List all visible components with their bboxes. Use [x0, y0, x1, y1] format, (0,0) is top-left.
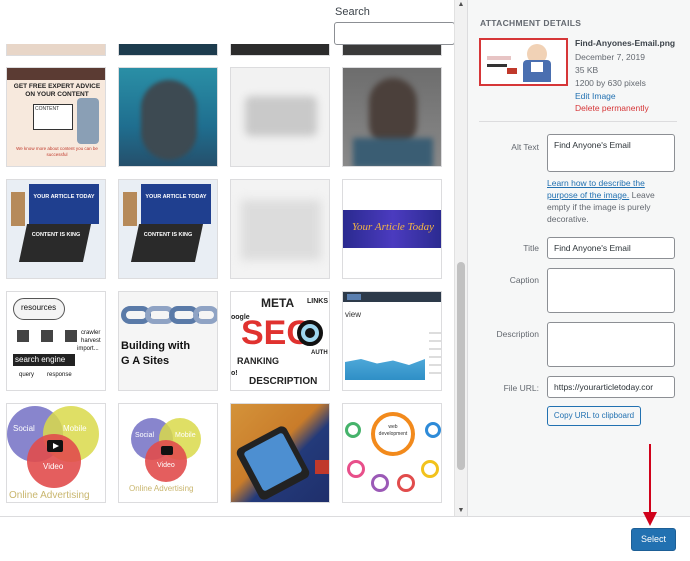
search-label: Search	[335, 6, 370, 18]
tile-venn-video: Video	[157, 462, 175, 469]
tile-seo-ranking: RANKING	[237, 356, 279, 366]
attachment-thumbnail[interactable]	[230, 67, 330, 167]
attachment-thumbnail[interactable]: Social Mobile Video Online Advertising	[118, 403, 218, 503]
tile-laptop-content: CONTENT IS KING	[31, 232, 81, 238]
file-url-label: File URL:	[503, 383, 539, 393]
description-field[interactable]	[547, 322, 675, 367]
tile-harvest-label: harvest	[81, 338, 101, 344]
media-library-grid: GET FREE EXPERT ADVICE ON YOUR CONTENT C…	[0, 0, 454, 516]
tile-laptop-title: YOUR ARTICLE TODAY	[145, 194, 207, 200]
tile-advice-headline: GET FREE EXPERT ADVICE ON YOUR CONTENT	[13, 83, 101, 98]
tile-chain-line2: G A Sites	[121, 355, 170, 367]
tile-venn-video: Video	[43, 462, 64, 471]
file-url-field[interactable]: https://yourarticletoday.cor	[547, 376, 675, 398]
scroll-up-icon[interactable]: ▲	[457, 1, 465, 8]
attachment-thumbnail[interactable]	[230, 179, 330, 279]
attachment-thumbnail[interactable]	[230, 44, 330, 56]
attachment-thumbnail[interactable]: META LINKS oogle SEO AUTH RANKING o! DES…	[230, 291, 330, 391]
tile-venn-social: Social	[135, 432, 155, 439]
attachment-thumbnail[interactable]: Your Article Today	[342, 179, 442, 279]
attachment-thumbnail[interactable]: resources crawler harvest import... sear…	[6, 291, 106, 391]
description-label: Description	[496, 329, 539, 339]
attachment-thumbnail[interactable]	[342, 44, 442, 56]
select-button[interactable]: Select	[631, 528, 676, 551]
attachment-thumbnail[interactable]	[118, 44, 218, 56]
alt-text-label: Alt Text	[511, 142, 539, 152]
alt-text-help: Learn how to describe the purpose of the…	[547, 177, 677, 225]
caption-label: Caption	[509, 275, 539, 285]
attachment-thumbnail[interactable]: Social Mobile Video Online Advertising	[6, 403, 106, 503]
caption-field[interactable]	[547, 268, 675, 313]
tile-laptop-content: CONTENT IS KING	[143, 232, 193, 238]
attachment-thumbnail[interactable]	[6, 44, 106, 56]
attachment-filename: Find-Anyones-Email.png	[575, 38, 676, 48]
attachment-thumbnail[interactable]	[118, 67, 218, 167]
attachment-thumbnail[interactable]: GET FREE EXPERT ADVICE ON YOUR CONTENT C…	[6, 67, 106, 167]
tile-venn-mobile: Mobile	[175, 432, 196, 439]
details-divider	[479, 121, 677, 122]
tile-engine-label: search engine	[15, 355, 66, 364]
attachment-thumbnail[interactable]	[342, 67, 442, 167]
tile-seo-meta: META	[261, 296, 295, 310]
tile-venn-social: Social	[13, 424, 35, 433]
blurred-photo	[141, 80, 197, 160]
tile-seo-auth: AUTH	[311, 350, 328, 356]
tile-response-label: response	[47, 372, 72, 378]
tile-query-label: query	[19, 372, 35, 378]
media-modal: GET FREE EXPERT ADVICE ON YOUR CONTENT C…	[0, 0, 690, 561]
tile-laptop-title: YOUR ARTICLE TODAY	[33, 194, 95, 200]
attachment-dimensions: 1200 by 630 pixels	[575, 78, 646, 88]
search-input[interactable]	[334, 22, 454, 45]
tile-venn-caption: Online Advertising	[9, 490, 90, 501]
tile-seo-description: DESCRIPTION	[249, 376, 318, 387]
attachment-thumbnail[interactable]: web development	[342, 403, 442, 503]
attachment-thumbnail[interactable]: YOUR ARTICLE TODAY CONTENT IS KING	[118, 179, 218, 279]
attachment-thumbnail[interactable]	[230, 403, 330, 503]
tile-advice-tagline: CONTENT	[35, 106, 60, 112]
alt-text-field[interactable]: Find Anyone's Email	[547, 134, 675, 172]
tile-import-label: import...	[77, 346, 99, 352]
tile-resources-label: resources	[21, 303, 57, 312]
attachment-thumbnail[interactable]: Building with G A Sites	[118, 291, 218, 391]
tile-venn-caption: Online Advertising	[129, 484, 194, 493]
copy-url-button[interactable]: Copy URL to clipboard	[547, 406, 641, 426]
attachment-preview-thumbnail	[479, 38, 568, 86]
tile-crawler-label: crawler	[81, 330, 101, 336]
attachment-thumbnail[interactable]: YOUR ARTICLE TODAY CONTENT IS KING	[6, 179, 106, 279]
edit-image-link[interactable]: Edit Image	[575, 91, 616, 101]
title-label: Title	[523, 243, 539, 253]
tile-banner-text: Your Article Today	[351, 221, 435, 233]
red-arrow-annotation-icon	[643, 444, 657, 526]
scroll-down-icon[interactable]: ▼	[457, 507, 465, 514]
title-field[interactable]: Find Anyone's Email	[547, 237, 675, 259]
tile-dashboard-badge	[347, 294, 361, 300]
tile-venn-mobile: Mobile	[63, 424, 87, 433]
scrollbar-thumb[interactable]	[457, 262, 465, 470]
tile-dashboard-view: view	[345, 310, 362, 319]
tile-seo-links: LINKS	[307, 298, 328, 305]
tile-chain-line1: Building with	[121, 340, 191, 352]
tile-webdev-center: web development	[378, 424, 408, 437]
attachment-date: December 7, 2019	[575, 52, 645, 62]
tile-seo-o: o!	[231, 370, 238, 377]
tile-advice-sub: We know more about content you can be su…	[16, 146, 98, 157]
attachment-size: 35 KB	[575, 65, 599, 75]
details-heading: ATTACHMENT DETAILS	[480, 18, 582, 28]
delete-permanently-link[interactable]: Delete permanently	[575, 103, 649, 113]
attachment-thumbnail[interactable]: view	[342, 291, 442, 391]
modal-footer	[0, 516, 690, 561]
